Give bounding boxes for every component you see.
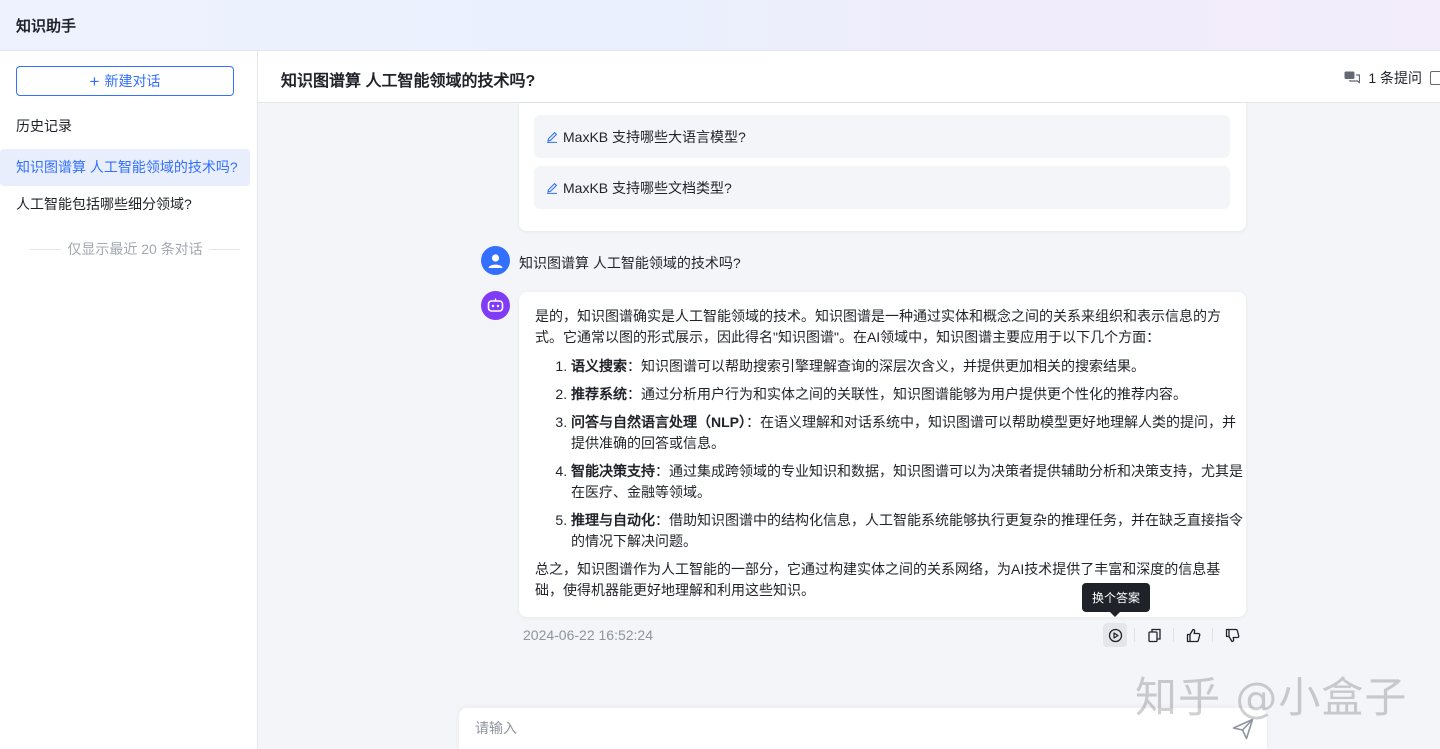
panel-icon[interactable] (1430, 71, 1440, 85)
regenerate-button[interactable] (1103, 623, 1127, 647)
bot-avatar (481, 291, 510, 320)
top-bar: 知识助手 (0, 0, 1440, 51)
app-title: 知识助手 (16, 18, 77, 35)
divider (1173, 628, 1174, 642)
copy-icon (1147, 628, 1161, 642)
answer-point-text: ：通过分析用户行为和实体之间的关联性，知识图谱能够为用户提供更个性化的推荐内容。 (627, 386, 1187, 402)
welcome-card: MaxKB 支持哪些大语言模型? MaxKB 支持哪些文档类型? (519, 103, 1246, 231)
history-note-text: 仅显示最近 20 条对话 (67, 241, 203, 257)
answer-point: 语义搜索：知识图谱可以帮助搜索引擎理解查询的深层次含义，并提供更加相关的搜索结果… (571, 356, 1245, 377)
suggestion-text: MaxKB 支持哪些大语言模型? (563, 128, 746, 145)
tooltip: 换个答案 (1082, 583, 1150, 617)
divider (208, 248, 241, 250)
chat-title: 知识图谱算 人工智能领域的技术吗? (281, 73, 536, 90)
answer-intro: 是的，知识图谱确实是人工智能领域的技术。知识图谱是一种通过实体和概念之间的关系来… (535, 308, 1221, 345)
divider (1212, 628, 1213, 642)
answer-list: 语义搜索：知识图谱可以帮助搜索引擎理解查询的深层次含义，并提供更加相关的搜索结果… (535, 356, 1245, 552)
answer-point-text: ：通过集成跨领域的专业知识和数据，知识图谱可以为决策者提供辅助分析和决策支持，尤… (571, 463, 1243, 500)
edit-icon (547, 182, 558, 194)
answer-point: 问答与自然语言处理（NLP）：在语义理解和对话系统中，知识图谱可以帮助模型更好地… (571, 412, 1245, 454)
answer-point-title: 问答与自然语言处理（NLP） (571, 414, 746, 430)
header-stats: 1 条提问 (1344, 68, 1440, 88)
user-icon (488, 254, 503, 268)
answer-point: 智能决策支持：通过集成跨领域的专业知识和数据，知识图谱可以为决策者提供辅助分析和… (571, 461, 1245, 503)
regenerate-icon (1108, 628, 1122, 642)
divider (1134, 628, 1135, 642)
history-item[interactable]: 知识图谱算 人工智能领域的技术吗? (0, 149, 250, 186)
message-timestamp: 2024-06-22 16:52:24 (523, 627, 653, 643)
suggestion-item[interactable]: MaxKB 支持哪些大语言模型? (534, 115, 1230, 158)
answer-point-title: 推理与自动化 (571, 512, 655, 528)
chat-bubbles-icon (1344, 71, 1361, 84)
answer-point: 推理与自动化：借助知识图谱中的结构化信息，人工智能系统能够执行更复杂的推理任务，… (571, 510, 1245, 552)
thumbs-down-icon (1225, 628, 1239, 642)
plus-icon: + (89, 71, 100, 91)
divider (30, 248, 62, 250)
sidebar: + 新建对话 历史记录 知识图谱算 人工智能领域的技术吗? 人工智能包括哪些细分… (0, 51, 258, 749)
user-avatar (481, 246, 510, 275)
like-button[interactable] (1181, 623, 1205, 647)
user-message: 知识图谱算 人工智能领域的技术吗? (519, 255, 741, 271)
suggestion-text: MaxKB 支持哪些文档类型? (563, 179, 732, 196)
copy-button[interactable] (1142, 623, 1166, 647)
message-actions (1103, 623, 1244, 647)
answer-card: 是的，知识图谱确实是人工智能领域的技术。知识图谱是一种通过实体和概念之间的关系来… (519, 292, 1246, 617)
robot-icon (487, 298, 504, 312)
chat-header: 知识图谱算 人工智能领域的技术吗? 1 条提问 (258, 51, 1440, 103)
answer-point-text: ：知识图谱可以帮助搜索引擎理解查询的深层次含义，并提供更加相关的搜索结果。 (627, 358, 1145, 374)
answer-point-title: 推荐系统 (571, 386, 627, 402)
new-chat-button[interactable]: + 新建对话 (16, 66, 234, 96)
suggestion-item[interactable]: MaxKB 支持哪些文档类型? (534, 166, 1230, 209)
question-count: 1 条提问 (1368, 70, 1422, 86)
answer-point-text: ：借助知识图谱中的结构化信息，人工智能系统能够执行更复杂的推理任务，并在缺乏直接… (571, 512, 1243, 549)
edit-icon (547, 131, 558, 143)
watermark: 知乎 @小盒子 (1135, 673, 1408, 722)
chat-input[interactable] (475, 720, 1215, 736)
history-title: 历史记录 (16, 118, 72, 134)
thumbs-up-icon (1186, 628, 1200, 642)
answer-point-title: 智能决策支持 (571, 463, 655, 479)
new-chat-label: 新建对话 (104, 73, 161, 89)
answer-point: 推荐系统：通过分析用户行为和实体之间的关联性，知识图谱能够为用户提供更个性化的推… (571, 384, 1245, 405)
history-note: 仅显示最近 20 条对话 (30, 239, 241, 259)
dislike-button[interactable] (1220, 623, 1244, 647)
answer-point-title: 语义搜索 (571, 358, 627, 374)
history-item[interactable]: 人工智能包括哪些细分领域? (0, 186, 250, 223)
